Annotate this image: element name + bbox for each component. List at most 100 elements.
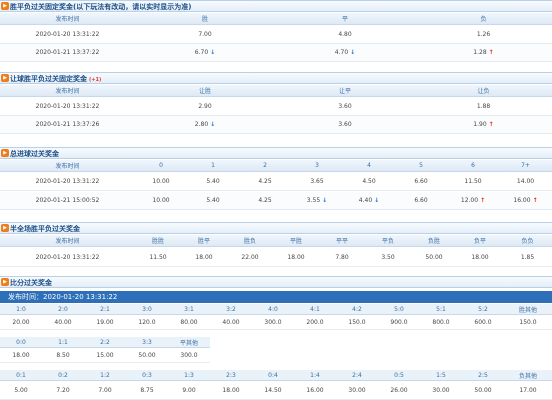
section-icon: ▶ — [1, 278, 9, 286]
publish-time: 2020-01-20 13:31:22 — [35, 31, 100, 38]
score-label: 3:1 — [184, 305, 194, 313]
col-header-hf: 平平 — [335, 238, 348, 245]
odds-value: 3.55 — [306, 197, 321, 204]
score-label: 2:3 — [226, 371, 236, 379]
odds-value: 18.00 — [471, 254, 489, 261]
col-header-goals: 0 — [159, 162, 163, 169]
score-odds: 30.00 — [432, 387, 450, 394]
score-odds: 40.00 — [54, 319, 72, 326]
odds-value: 14.00 — [516, 178, 535, 185]
score-odds: 18.00 — [12, 352, 30, 359]
score-odds: 200.0 — [306, 319, 324, 326]
odds-value: 10.00 — [152, 197, 170, 204]
score-odds: 5.00 — [14, 387, 28, 394]
score-odds: 300.0 — [264, 319, 282, 326]
odds-value: 10.00 — [152, 178, 170, 185]
score-label: 0:1 — [16, 371, 26, 379]
publish-time: 2020-01-20 13:31:22 — [35, 103, 100, 110]
odds-value: 1.28 — [473, 49, 487, 56]
score-odds: 16.00 — [306, 387, 324, 394]
odds-value: 11.50 — [464, 178, 482, 185]
odds-value: 4.50 — [362, 178, 376, 185]
arrow-up-icon: ↑ — [488, 49, 494, 56]
section-title: 胜平负过关固定奖金(以下玩法有改动，请以实时显示为准) — [10, 3, 192, 11]
score-value-row-lose: 5.00 7.20 7.00 8.75 9.00 18.00 14.50 16.… — [0, 382, 552, 400]
odds-cell: 1.28 ↑ — [415, 44, 552, 61]
odds-value: 18.00 — [195, 254, 213, 261]
section-title: 总进球过关奖金 — [10, 150, 59, 158]
arrow-up-icon: ↑ — [532, 197, 538, 204]
score-odds: 50.00 — [474, 387, 492, 394]
section-icon: ▶ — [1, 149, 9, 157]
section-icon: ▶ — [1, 224, 9, 232]
col-header-hf: 平胜 — [289, 238, 302, 245]
col-header-handicap-lose: 让负 — [477, 88, 490, 95]
odds-cell: 4.70 ↓ — [275, 44, 415, 61]
arrow-up-icon: ↑ — [488, 121, 494, 128]
col-header-goals: 7+ — [521, 162, 530, 169]
score-value-row-draw: 18.00 8.50 15.00 50.00 300.0 — [0, 349, 210, 363]
odds-value: 18.00 — [287, 254, 305, 261]
odds-cell: 16.00 ↑ — [499, 192, 552, 209]
score-odds: 15.00 — [96, 352, 114, 359]
section-title: 让球胜平负过关固定奖金 (+1) — [10, 75, 102, 83]
score-label: 2:2 — [100, 338, 110, 346]
section-title: 半全场胜平负过关奖金 — [10, 225, 80, 233]
table-header: 发布时间 胜 平 负 — [0, 13, 552, 25]
col-header-hf: 负胜 — [427, 238, 440, 245]
section-header-total-goals: ▶ 总进球过关奖金 — [0, 147, 552, 159]
score-odds: 600.0 — [474, 319, 492, 326]
table-row: 2020-01-20 13:31:22 2.90 3.60 1.88 — [0, 98, 552, 116]
score-odds: 7.20 — [56, 387, 70, 394]
publish-time-bar: 发布时间：2020-01-20 13:31:22 — [0, 291, 552, 303]
odds-value: 6.60 — [414, 178, 428, 185]
score-label: 平其他 — [179, 339, 198, 347]
score-odds: 300.0 — [180, 352, 198, 359]
odds-value: 5.40 — [206, 178, 220, 185]
odds-value: 1.88 — [476, 103, 491, 110]
section-header-half-full: ▶ 半全场胜平负过关奖金 — [0, 222, 552, 234]
odds-value: 3.65 — [310, 178, 324, 185]
score-label: 1:1 — [58, 338, 68, 346]
score-odds: 50.00 — [138, 352, 156, 359]
odds-value: 2.80 — [194, 121, 209, 128]
col-header-hf: 负负 — [521, 238, 534, 245]
score-odds: 8.75 — [140, 387, 154, 394]
score-label: 0:3 — [142, 371, 152, 379]
score-label: 5:2 — [478, 305, 488, 313]
col-header-draw: 平 — [341, 16, 348, 23]
table-row: 2020-01-21 13:37:22 6.70 ↓ 4.70 ↓ 1.28 ↑ — [0, 44, 552, 62]
odds-value: 7.80 — [335, 254, 349, 261]
odds-value: 22.00 — [241, 254, 259, 261]
section-title: 比分过关奖金 — [10, 279, 52, 287]
publish-time: 2020-01-21 13:37:26 — [35, 121, 100, 128]
col-header-goals: 6 — [471, 162, 475, 169]
score-label: 0:0 — [16, 338, 26, 346]
odds-value: 1.85 — [520, 254, 535, 261]
score-odds: 19.00 — [96, 319, 114, 326]
odds-cell: 6.70 ↓ — [135, 44, 275, 61]
table-row: 2020-01-20 13:31:22 10.00 5.40 4.25 3.65… — [0, 173, 552, 191]
col-header-goals: 1 — [211, 162, 215, 169]
odds-cell: 12.00 ↑ — [447, 192, 499, 209]
table-header: 发布时间 胜胜 胜平 胜负 平胜 平平 平负 负胜 负平 负负 — [0, 235, 552, 247]
col-header-handicap-win: 让胜 — [198, 88, 211, 95]
col-header-lose: 负 — [480, 16, 487, 23]
odds-value: 1.90 — [473, 121, 487, 128]
table-row: 2020-01-20 13:31:22 7.00 4.80 1.26 — [0, 26, 552, 44]
score-odds: 20.00 — [12, 319, 30, 326]
score-label: 2:1 — [100, 305, 110, 313]
score-odds: 150.0 — [348, 319, 366, 326]
odds-cell: 4.40 ↓ — [343, 192, 395, 209]
odds-value: 5.40 — [206, 197, 220, 204]
score-header-row-win: 1:0 2:0 2:1 3:0 3:1 3:2 4:0 4:1 4:2 5:0 … — [0, 304, 552, 315]
score-odds: 30.00 — [348, 387, 366, 394]
arrow-down-icon: ↓ — [374, 197, 380, 204]
col-header-time: 发布时间 — [55, 16, 80, 23]
score-label: 3:2 — [226, 305, 236, 313]
score-label: 4:2 — [352, 305, 362, 313]
section-header-win-draw-lose: ▶ 胜平负过关固定奖金(以下玩法有改动，请以实时显示为准) — [0, 0, 552, 12]
arrow-up-icon: ↑ — [480, 197, 486, 204]
odds-cell: 3.55 ↓ — [291, 192, 343, 209]
odds-value: 4.25 — [258, 197, 272, 204]
